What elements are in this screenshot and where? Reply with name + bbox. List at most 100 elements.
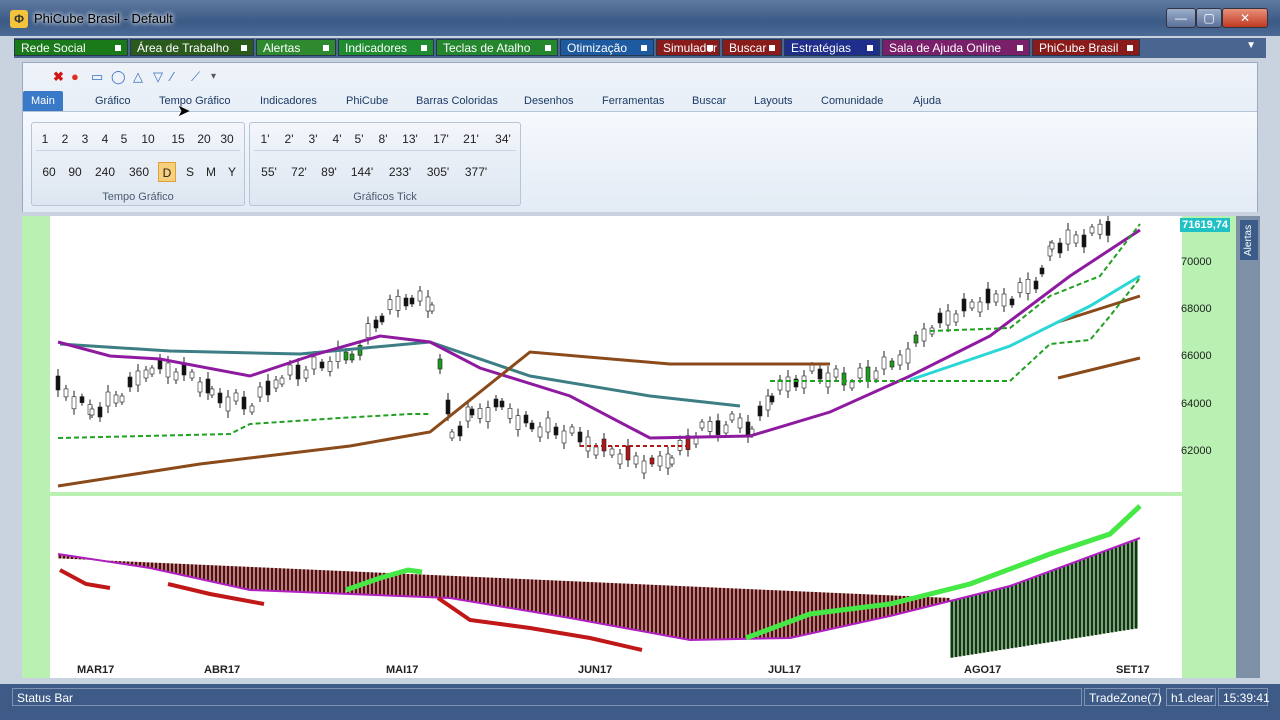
top-tab-8[interactable]: Estratégias (784, 39, 880, 56)
timeframe-button[interactable]: 10 (136, 129, 160, 149)
triangle-icon[interactable]: △ (133, 69, 143, 85)
timeframe-button[interactable]: 55' (256, 162, 282, 182)
maximize-button[interactable]: ▢ (1196, 8, 1222, 28)
top-tab-4[interactable]: Teclas de Atalho (436, 39, 558, 56)
timeframe-button[interactable]: 60 (38, 162, 60, 182)
alertas-side-tab[interactable]: Alertas (1240, 220, 1258, 260)
timeframe-button[interactable]: 72' (286, 162, 312, 182)
candle (921, 328, 927, 342)
candle (343, 351, 349, 361)
timeframe-button[interactable]: 2 (58, 129, 72, 149)
timeframe-button[interactable]: 1' (256, 129, 274, 149)
tab-pin-icon[interactable] (545, 45, 551, 51)
candle (523, 414, 529, 424)
tab-pin-icon[interactable] (323, 45, 329, 51)
timeframe-button[interactable]: 2' (280, 129, 298, 149)
timeframe-button[interactable]: 15 (168, 129, 188, 149)
tab-pin-icon[interactable] (421, 45, 427, 51)
ribbon-tab-0[interactable]: Main (23, 91, 63, 111)
timeframe-button[interactable]: 21' (458, 129, 484, 149)
timeframe-button[interactable]: 4 (98, 129, 112, 149)
timeframe-button[interactable]: D (158, 162, 176, 182)
ribbon-tab-10[interactable]: Comunidade (821, 91, 883, 111)
timeframe-button[interactable]: 17' (428, 129, 454, 149)
top-tab-6[interactable]: Simulador (656, 39, 720, 56)
timeframe-button[interactable]: 144' (346, 162, 378, 182)
timeframe-button[interactable]: 360 (124, 162, 154, 182)
ribbon-tab-7[interactable]: Ferramentas (602, 91, 664, 111)
ribbon-tab-8[interactable]: Buscar (692, 91, 726, 111)
candle (737, 417, 743, 429)
tab-pin-icon[interactable] (769, 45, 775, 51)
timeframe-button[interactable]: 13' (398, 129, 422, 149)
tab-pin-icon[interactable] (115, 45, 121, 51)
date-tick-label: MAI17 (386, 664, 419, 676)
top-tab-3[interactable]: Indicadores (338, 39, 434, 56)
timeframe-button[interactable]: 4' (328, 129, 346, 149)
timeframe-button[interactable]: 5 (116, 129, 132, 149)
ribbon-tab-11[interactable]: Ajuda (913, 91, 941, 111)
clear-status[interactable]: h1.clear (1166, 688, 1216, 706)
ribbon-tab-4[interactable]: PhiCube (346, 91, 388, 111)
tradezone-status[interactable]: TradeZone(7) (1084, 688, 1162, 706)
candle (553, 426, 559, 436)
timeframe-button[interactable]: S (182, 162, 198, 182)
timeframe-button[interactable]: 5' (350, 129, 368, 149)
divider (254, 150, 516, 151)
top-tab-5[interactable]: Otimização (560, 39, 654, 56)
timeframe-button[interactable]: M (202, 162, 220, 182)
ribbon-tab-3[interactable]: Indicadores (260, 91, 317, 111)
trendline-icon[interactable]: ⟋ (191, 69, 200, 85)
tab-pin-icon[interactable] (1017, 45, 1023, 51)
chart-scrollbar[interactable]: Alertas (1236, 216, 1260, 678)
rectangle-icon[interactable]: ▭ (91, 69, 103, 85)
tab-pin-icon[interactable] (241, 45, 247, 51)
candle (757, 405, 763, 417)
date-tick-label: ABR17 (204, 664, 241, 676)
top-tab-10[interactable]: PhiCube Brasil (1032, 39, 1140, 56)
candle (657, 455, 663, 467)
timeframe-button[interactable]: 34' (490, 129, 516, 149)
ribbon-tab-2[interactable]: Tempo Gráfico (159, 91, 231, 111)
ellipse-icon[interactable]: ◯ (111, 69, 126, 85)
tab-overflow-icon[interactable]: ▼ (1246, 40, 1256, 51)
timeframe-button[interactable]: 3 (78, 129, 92, 149)
top-tab-1[interactable]: Área de Trabalho (130, 39, 254, 56)
tab-pin-icon[interactable] (641, 45, 647, 51)
top-tab-7[interactable]: Buscar (722, 39, 782, 56)
remove-all-icon[interactable]: ● (71, 69, 79, 85)
tab-pin-icon[interactable] (1127, 45, 1133, 51)
timeframe-button[interactable]: 240 (90, 162, 120, 182)
timeframe-button[interactable]: Y (224, 162, 240, 182)
minimize-button[interactable]: — (1166, 8, 1196, 28)
timeframe-button[interactable]: 377' (460, 162, 492, 182)
top-tab-2[interactable]: Alertas (256, 39, 336, 56)
fibonacci-icon[interactable]: ∕ (171, 69, 173, 85)
tab-pin-icon[interactable] (867, 45, 873, 51)
top-tab-0[interactable]: Rede Social (14, 39, 128, 56)
candle (1089, 226, 1095, 234)
timeframe-button[interactable]: 90 (64, 162, 86, 182)
candle (395, 296, 401, 311)
ribbon-tab-6[interactable]: Desenhos (524, 91, 574, 111)
delete-icon[interactable]: ✖ (53, 69, 64, 85)
tab-pin-icon[interactable] (707, 45, 713, 51)
down-triangle-icon[interactable]: ▽ (153, 69, 163, 85)
ribbon-tab-5[interactable]: Barras Coloridas (416, 91, 498, 111)
close-button[interactable]: ✕ (1222, 8, 1268, 28)
ribbon-tab-1[interactable]: Gráfico (95, 91, 130, 111)
timeframe-button[interactable]: 8' (374, 129, 392, 149)
timeframe-button[interactable]: 233' (384, 162, 416, 182)
timeframe-button[interactable]: 89' (316, 162, 342, 182)
timeframe-button[interactable]: 305' (422, 162, 454, 182)
timeframe-button[interactable]: 1 (38, 129, 52, 149)
top-tab-9[interactable]: Sala de Ajuda Online (882, 39, 1030, 56)
candle (529, 422, 535, 430)
customize-dropdown-icon[interactable]: ▾ (211, 69, 216, 85)
ribbon-tab-9[interactable]: Layouts (754, 91, 793, 111)
timeframe-button[interactable]: 30 (216, 129, 238, 149)
timeframe-button[interactable]: 20 (194, 129, 214, 149)
price-chart[interactable]: Alertas 71619,74 70000 68000 66000 64000 620… (22, 216, 1260, 678)
timeframe-button[interactable]: 3' (304, 129, 322, 149)
candle (387, 299, 393, 310)
